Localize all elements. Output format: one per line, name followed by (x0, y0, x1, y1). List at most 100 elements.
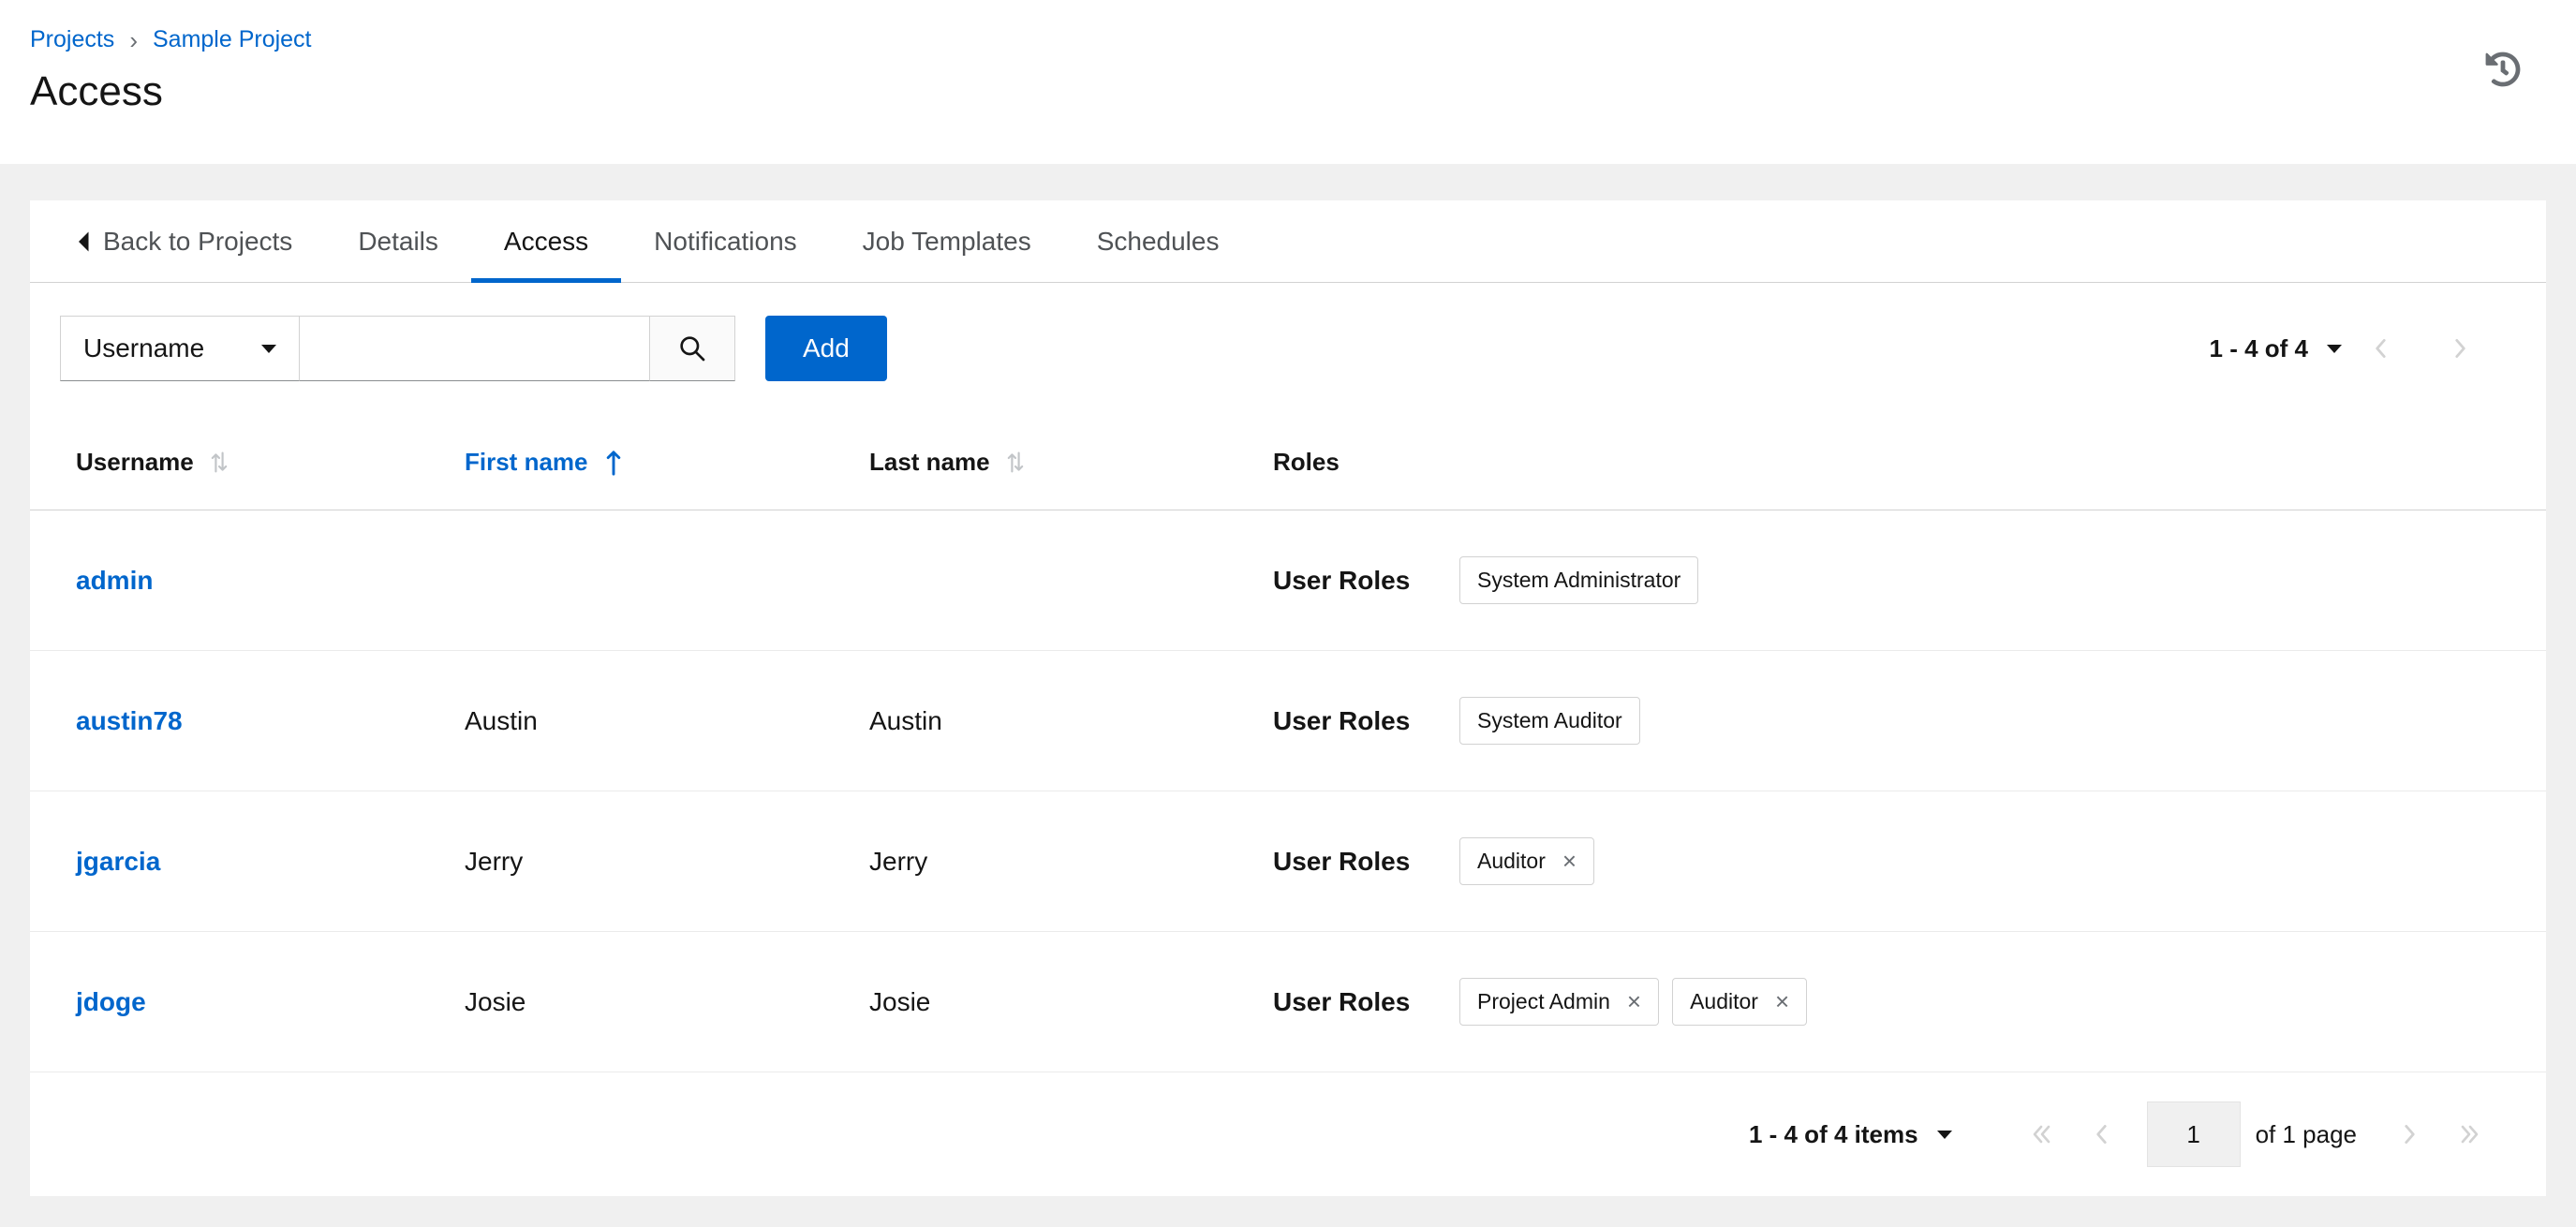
tab-schedules[interactable]: Schedules (1064, 200, 1252, 282)
angle-left-icon (2368, 335, 2394, 362)
role-chip-label: System Administrator (1477, 568, 1681, 592)
role-chip: System Administrator (1459, 556, 1699, 604)
column-header-username[interactable]: Username (76, 448, 465, 477)
search-icon (677, 333, 707, 363)
table-row: austin78 Austin Austin User Roles System… (30, 651, 2546, 791)
role-chip-label: Project Admin (1477, 989, 1610, 1013)
sort-both-icon (211, 449, 228, 476)
roles-type-label: User Roles (1273, 705, 1411, 735)
caret-down-icon (261, 344, 276, 353)
column-header-last-name[interactable]: Last name (869, 448, 1273, 477)
angle-right-icon (2396, 1121, 2422, 1147)
username-link[interactable]: jdoge (76, 987, 465, 1017)
tab-access[interactable]: Access (470, 200, 622, 283)
close-icon[interactable]: × (1562, 849, 1577, 873)
roles-cell: User Roles System Auditor (1273, 697, 2546, 745)
roles-cell: User Roles System Administrator (1273, 556, 2546, 604)
history-icon (2485, 52, 2521, 87)
role-chip-label: Auditor (1477, 849, 1546, 873)
arrow-up-icon (605, 448, 622, 477)
first-name-cell: Jerry (465, 846, 524, 876)
pagination-summary-dropdown[interactable]: 1 - 4 of 4 (2210, 334, 2342, 363)
column-label: Roles (1273, 447, 1340, 476)
breadcrumb: Projects › Sample Project (30, 26, 2524, 53)
roles-type-label: User Roles (1273, 986, 1411, 1016)
activity-history-button[interactable] (2480, 47, 2525, 92)
column-header-first-name[interactable]: First name (465, 448, 869, 477)
last-name-cell: Josie (869, 986, 931, 1016)
prev-page-button[interactable] (2342, 316, 2421, 381)
page-number-input[interactable] (2146, 1101, 2241, 1167)
role-chips: System Auditor (1459, 697, 1640, 745)
angle-right-icon (2447, 335, 2473, 362)
tabbar: Back to Projects Details Access Notifica… (30, 200, 2546, 283)
caret-down-icon (1936, 1130, 1952, 1139)
close-icon[interactable]: × (1627, 989, 1641, 1013)
roles-type-label: User Roles (1273, 846, 1411, 876)
search-input[interactable] (300, 316, 650, 381)
page-title: Access (30, 68, 163, 114)
username-link[interactable]: austin78 (76, 706, 465, 736)
roles-cell: User Roles Project Admin × Auditor × (1273, 978, 2546, 1026)
search-group (300, 316, 735, 381)
role-chips: System Administrator (1459, 556, 1699, 604)
role-chip-label: Auditor (1690, 989, 1758, 1013)
caret-down-icon (2327, 344, 2342, 353)
tab-notifications[interactable]: Notifications (621, 200, 830, 282)
first-name-cell: Austin (465, 705, 538, 735)
roles-type-label: User Roles (1273, 565, 1411, 595)
search-button[interactable] (650, 316, 735, 381)
toolbar: Username Add 1 - 4 of 4 (30, 283, 2546, 414)
tab-details[interactable]: Details (325, 200, 471, 282)
column-label: Username (76, 447, 194, 476)
table-row: jgarcia Jerry Jerry User Roles Auditor × (30, 791, 2546, 932)
tab-job-templates[interactable]: Job Templates (830, 200, 1064, 282)
username-link[interactable]: admin (76, 566, 465, 596)
double-angle-right-icon (2455, 1121, 2483, 1147)
last-name-cell: Jerry (869, 846, 928, 876)
column-label: Last name (869, 447, 990, 476)
page-content: Back to Projects Details Access Notifica… (0, 164, 2576, 1196)
roles-cell: User Roles Auditor × (1273, 837, 2546, 885)
role-chip: Project Admin × (1459, 978, 1660, 1026)
username-link[interactable]: jgarcia (76, 847, 465, 877)
toolbar-pagination: 1 - 4 of 4 (2210, 316, 2499, 381)
items-per-page-dropdown[interactable]: 1 - 4 of 4 items (1749, 1120, 1952, 1149)
role-chip: Auditor × (1459, 837, 1595, 885)
pagination-summary: 1 - 4 of 4 (2209, 333, 2308, 362)
caret-left-icon (76, 230, 90, 253)
double-angle-left-icon (2028, 1121, 2056, 1147)
role-chip-label: System Auditor (1477, 708, 1622, 732)
role-chips: Project Admin × Auditor × (1459, 978, 1808, 1026)
column-label: First name (465, 447, 588, 476)
next-page-button[interactable] (2421, 316, 2499, 381)
next-page-button[interactable] (2379, 1101, 2439, 1167)
table-footer: 1 - 4 of 4 items of 1 page (30, 1072, 2546, 1196)
close-icon[interactable]: × (1775, 989, 1789, 1013)
prev-page-button[interactable] (2072, 1101, 2132, 1167)
tab-back-to-projects[interactable]: Back to Projects (43, 200, 325, 282)
sort-both-icon (1007, 449, 1024, 476)
role-chip: System Auditor (1459, 697, 1640, 745)
breadcrumb-separator-icon: › (129, 25, 138, 54)
last-page-button[interactable] (2439, 1101, 2499, 1167)
first-page-button[interactable] (2012, 1101, 2072, 1167)
angle-left-icon (2089, 1121, 2115, 1147)
page-count-label: of 1 page (2255, 1119, 2357, 1148)
filter-key-label: Username (83, 333, 205, 362)
breadcrumb-projects-link[interactable]: Projects (30, 26, 114, 53)
table-row: admin User Roles System Administrator (30, 510, 2546, 651)
footer-pagination-nav: of 1 page (2012, 1101, 2499, 1167)
table-row: jdoge Josie Josie User Roles Project Adm… (30, 932, 2546, 1072)
filter-key-select[interactable]: Username (60, 316, 300, 381)
table-header: Username First name Last name Roles (30, 414, 2546, 510)
access-card: Back to Projects Details Access Notifica… (30, 200, 2546, 1196)
column-header-roles: Roles (1273, 448, 2546, 477)
masthead: Projects › Sample Project Access (0, 0, 2576, 164)
last-name-cell: Austin (869, 705, 942, 735)
role-chip: Auditor × (1672, 978, 1808, 1026)
add-button[interactable]: Add (765, 316, 887, 381)
breadcrumb-current-link[interactable]: Sample Project (153, 26, 312, 53)
first-name-cell: Josie (465, 986, 526, 1016)
tab-back-label: Back to Projects (103, 226, 293, 256)
